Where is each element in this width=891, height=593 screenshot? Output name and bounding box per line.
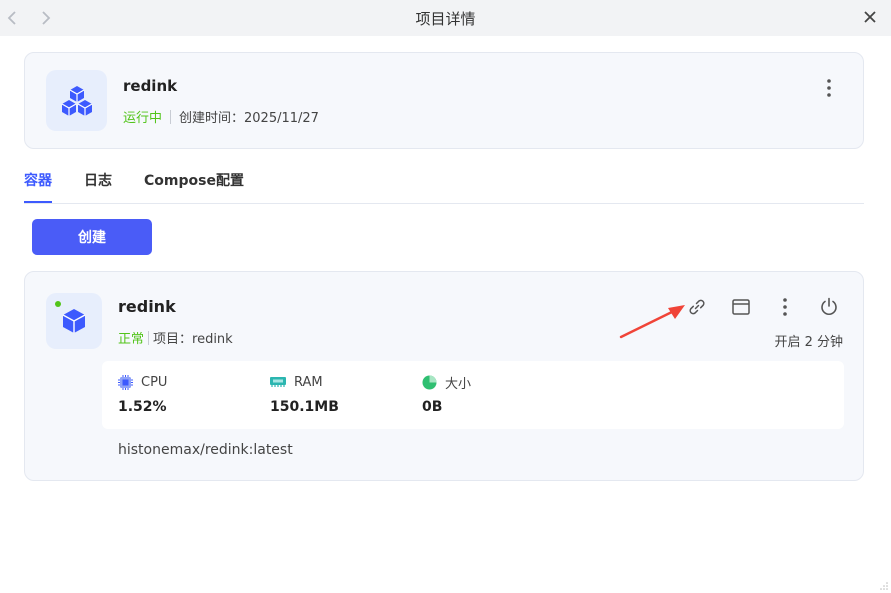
container-uptime: 开启 2 分钟 bbox=[774, 335, 843, 350]
stat-size: 大小 0B bbox=[422, 373, 471, 415]
terminal-window-icon bbox=[732, 299, 750, 315]
cubes-icon bbox=[61, 85, 92, 116]
project-card: redink 运行中 创建时间：2025/11/27 bbox=[24, 52, 864, 149]
resize-grip-icon[interactable] bbox=[879, 581, 889, 591]
container-image: histonemax/redink:latest bbox=[118, 442, 293, 458]
container-project: 项目：redink bbox=[153, 332, 233, 347]
container-meta: 正常 项目：redink bbox=[118, 328, 233, 347]
open-link-button[interactable] bbox=[685, 295, 709, 319]
tab-logs[interactable]: 日志 bbox=[84, 170, 112, 190]
more-vertical-icon bbox=[783, 298, 787, 316]
ram-label: RAM bbox=[294, 374, 323, 390]
cpu-value: 1.52% bbox=[118, 399, 167, 415]
window-title: 项目详情 bbox=[415, 10, 476, 28]
project-meta: 运行中 创建时间：2025/11/27 bbox=[123, 107, 319, 126]
container-stats: CPU 1.52% RAM 150.1MB 大小 0B bbox=[102, 361, 844, 429]
active-tab-indicator bbox=[24, 201, 52, 203]
container-name: redink bbox=[118, 297, 176, 316]
power-icon bbox=[821, 297, 837, 315]
container-status: 正常 bbox=[118, 332, 145, 347]
divider bbox=[170, 109, 172, 124]
create-button[interactable]: 创建 bbox=[32, 219, 152, 255]
stat-ram: RAM 150.1MB bbox=[270, 373, 339, 415]
running-indicator-dot bbox=[55, 301, 61, 307]
container-icon bbox=[46, 293, 102, 349]
size-value: 0B bbox=[422, 399, 443, 415]
cube-icon bbox=[62, 309, 86, 333]
link-icon bbox=[689, 299, 705, 315]
tab-containers[interactable]: 容器 bbox=[24, 170, 52, 190]
close-icon bbox=[864, 11, 876, 23]
container-actions bbox=[685, 295, 845, 319]
cpu-label: CPU bbox=[141, 374, 168, 390]
tab-compose-config[interactable]: Compose配置 bbox=[144, 170, 244, 190]
project-name: redink bbox=[123, 77, 178, 95]
ram-value: 150.1MB bbox=[270, 399, 339, 415]
close-button[interactable] bbox=[859, 6, 881, 28]
pie-chart-icon bbox=[422, 375, 437, 389]
title-bar: 项目详情 bbox=[0, 0, 891, 36]
project-more-button[interactable] bbox=[819, 77, 839, 99]
size-label: 大小 bbox=[445, 376, 472, 392]
tab-bar: 容器 日志 Compose配置 bbox=[24, 160, 864, 204]
container-more-button[interactable] bbox=[773, 295, 797, 319]
stat-cpu: CPU 1.52% bbox=[118, 373, 167, 415]
project-icon bbox=[46, 70, 107, 131]
cpu-icon bbox=[118, 374, 133, 390]
more-vertical-icon bbox=[827, 79, 831, 97]
terminal-button[interactable] bbox=[729, 295, 753, 319]
ram-icon bbox=[270, 377, 286, 387]
power-button[interactable] bbox=[817, 295, 841, 319]
container-card: redink 正常 项目：redink 开启 2 分钟 CPU 1.52% RA… bbox=[24, 271, 864, 481]
divider bbox=[148, 330, 150, 345]
project-status: 运行中 bbox=[123, 111, 163, 126]
project-created-date: 创建时间：2025/11/27 bbox=[179, 111, 319, 126]
